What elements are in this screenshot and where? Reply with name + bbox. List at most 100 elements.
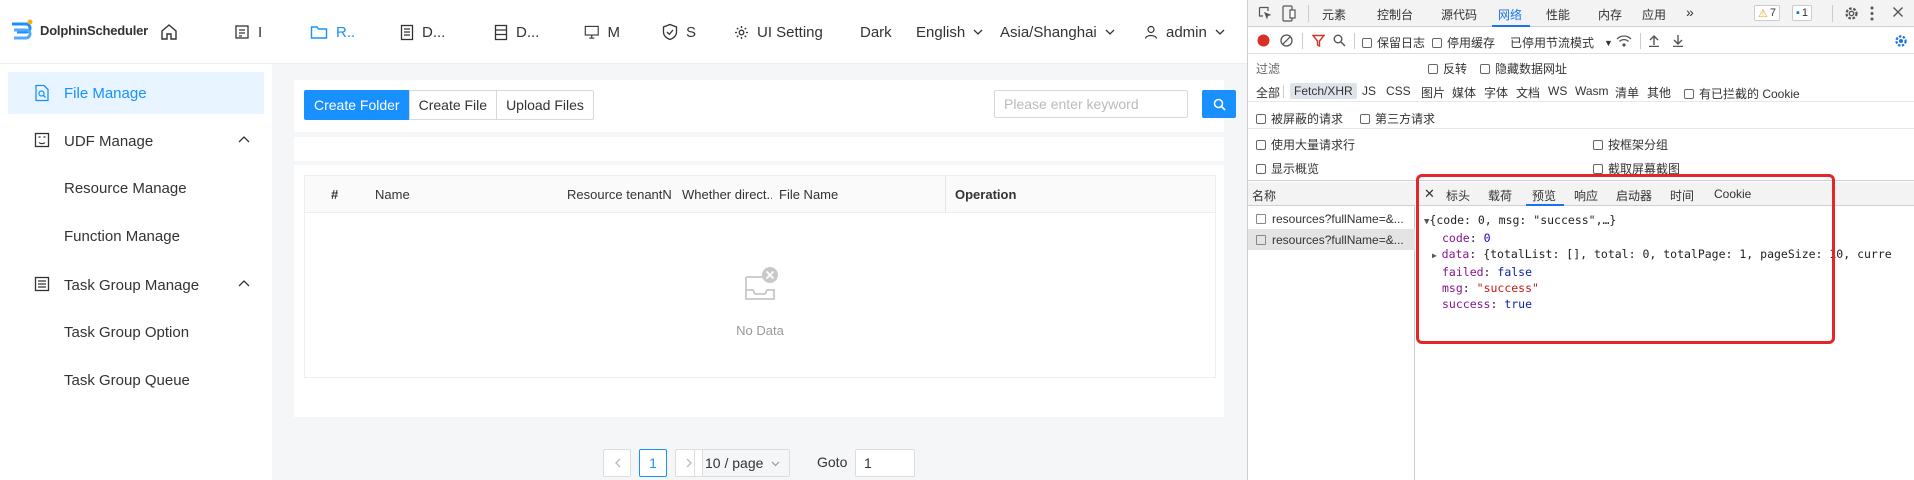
- active-detail-tab-indicator: [1526, 204, 1564, 206]
- goto-page-input[interactable]: [855, 449, 915, 477]
- project-icon: [235, 25, 249, 39]
- messages-badge[interactable]: ▪ 1: [1792, 5, 1813, 21]
- tab-console[interactable]: 控制台: [1377, 6, 1413, 23]
- nav-project[interactable]: I: [234, 20, 274, 44]
- tab-performance[interactable]: 性能: [1546, 6, 1570, 23]
- search-icon: [1213, 98, 1226, 111]
- column-header-name[interactable]: 名称: [1248, 182, 1415, 206]
- json-root[interactable]: ▼{code: 0, msg: "success",…}: [1424, 212, 1892, 230]
- sidebar-item-task-group-queue[interactable]: Task Group Queue: [64, 372, 190, 389]
- tab-headers[interactable]: 标头: [1446, 187, 1470, 204]
- tab-initiator[interactable]: 启动器: [1616, 187, 1652, 204]
- sidebar-item-udf-manage[interactable]: UDF Manage: [8, 120, 264, 162]
- chevron-down-icon: [1105, 29, 1115, 35]
- page-size-select[interactable]: 10 / page: [694, 449, 790, 477]
- filter-input[interactable]: 过滤: [1256, 60, 1280, 77]
- type-filter-other[interactable]: 其他: [1647, 84, 1671, 101]
- tab-memory[interactable]: 内存: [1598, 6, 1622, 23]
- tab-application[interactable]: 应用: [1642, 6, 1666, 23]
- type-filter-img[interactable]: 图片: [1421, 84, 1445, 101]
- tab-preview[interactable]: 预览: [1532, 187, 1556, 204]
- close-icon[interactable]: [1892, 6, 1904, 18]
- type-filter-js[interactable]: JS: [1362, 84, 1376, 98]
- json-field-failed: failed: false: [1442, 265, 1533, 279]
- blocked-requests-checkbox[interactable]: 被屏蔽的请求: [1256, 110, 1343, 127]
- capture-screenshots-checkbox[interactable]: 截取屏幕截图: [1593, 160, 1680, 177]
- clear-icon[interactable]: [1280, 34, 1293, 47]
- nav-monitor[interactable]: M: [584, 20, 620, 44]
- filter-icon[interactable]: [1312, 34, 1325, 47]
- language-select[interactable]: English: [916, 20, 983, 44]
- wifi-settings-icon[interactable]: [1616, 34, 1632, 48]
- monitor-icon: [584, 25, 599, 39]
- warnings-badge[interactable]: ⚠ 7: [1754, 5, 1780, 21]
- tab-payload[interactable]: 载荷: [1488, 187, 1512, 204]
- show-overview-checkbox[interactable]: 显示概览: [1256, 160, 1319, 177]
- nav-datasource[interactable]: D...: [400, 20, 460, 44]
- type-filter-all[interactable]: 全部: [1256, 84, 1280, 101]
- chevron-up-icon: [238, 280, 250, 287]
- active-tab-indicator: [1492, 25, 1530, 27]
- tab-elements[interactable]: 元素: [1322, 6, 1346, 23]
- tab-response[interactable]: 响应: [1574, 187, 1598, 204]
- request-row[interactable]: resources?fullName=&...: [1248, 208, 1415, 229]
- sidebar-item-file-manage[interactable]: File Manage: [8, 72, 264, 114]
- nav-ui-setting[interactable]: UI Setting: [734, 20, 823, 44]
- search-button[interactable]: [1202, 90, 1236, 118]
- invert-checkbox[interactable]: 反转: [1428, 60, 1467, 77]
- tab-sources[interactable]: 源代码: [1441, 6, 1477, 23]
- export-har-icon[interactable]: [1672, 34, 1684, 47]
- type-filter-css[interactable]: CSS: [1386, 84, 1411, 98]
- gear-icon[interactable]: [1894, 34, 1908, 48]
- theme-toggle[interactable]: Dark: [860, 20, 892, 44]
- create-folder-button[interactable]: Create Folder: [304, 90, 410, 120]
- type-filter-wasm[interactable]: Wasm: [1575, 84, 1609, 98]
- search-icon[interactable]: [1333, 34, 1346, 47]
- page-1-button[interactable]: 1: [639, 449, 667, 477]
- sidebar-item-task-group-manage[interactable]: Task Group Manage: [8, 264, 264, 306]
- record-icon[interactable]: [1257, 34, 1270, 47]
- device-toolbar-icon[interactable]: [1282, 5, 1296, 22]
- more-tabs-button[interactable]: »: [1686, 4, 1694, 20]
- user-icon: [1144, 25, 1158, 39]
- kebab-menu-icon[interactable]: [1870, 6, 1874, 21]
- tab-cookies[interactable]: Cookie: [1714, 187, 1751, 201]
- type-filter-fetch-xhr[interactable]: Fetch/XHR: [1290, 83, 1357, 99]
- type-filter-ws[interactable]: WS: [1548, 84, 1567, 98]
- request-row-selected[interactable]: resources?fullName=&...: [1248, 229, 1415, 250]
- nav-data-quality[interactable]: D...: [494, 20, 554, 44]
- type-filter-media[interactable]: 媒体: [1452, 84, 1476, 101]
- logo[interactable]: DolphinScheduler: [10, 18, 148, 42]
- import-har-icon[interactable]: [1648, 34, 1660, 47]
- sidebar-item-task-group-option[interactable]: Task Group Option: [64, 324, 189, 341]
- nav-resource[interactable]: R..: [310, 20, 366, 44]
- blocked-cookies-checkbox[interactable]: 有已拦截的 Cookie: [1684, 85, 1800, 102]
- prev-page-button[interactable]: [603, 449, 631, 477]
- tab-timing[interactable]: 时间: [1670, 187, 1694, 204]
- create-file-button[interactable]: Create File: [408, 90, 498, 120]
- datasource-icon: [400, 24, 414, 40]
- upload-files-button[interactable]: Upload Files: [496, 90, 594, 120]
- json-field-data[interactable]: ▶ data: {totalList: [], total: 0, totalP…: [1424, 246, 1892, 264]
- nav-security[interactable]: S: [662, 20, 702, 44]
- group-by-frame-checkbox[interactable]: 按框架分组: [1593, 136, 1668, 153]
- user-menu[interactable]: admin: [1144, 20, 1225, 44]
- timezone-select[interactable]: Asia/Shanghai: [1000, 20, 1115, 44]
- third-party-checkbox[interactable]: 第三方请求: [1360, 110, 1435, 127]
- search-input[interactable]: [994, 90, 1188, 118]
- gear-icon[interactable]: [1844, 6, 1859, 21]
- preserve-log-checkbox[interactable]: 保留日志: [1362, 34, 1425, 51]
- large-rows-checkbox[interactable]: 使用大量请求行: [1256, 136, 1355, 153]
- close-detail-button[interactable]: ✕: [1424, 186, 1435, 202]
- throttle-select[interactable]: 已停用节流模式 ▼: [1510, 34, 1613, 51]
- inspect-element-icon[interactable]: [1258, 6, 1273, 21]
- type-filter-manifest[interactable]: 清单: [1615, 84, 1639, 101]
- sidebar-item-function-manage[interactable]: Function Manage: [64, 228, 180, 245]
- disable-cache-checkbox[interactable]: 停用缓存: [1432, 34, 1495, 51]
- type-filter-doc[interactable]: 文档: [1516, 84, 1540, 101]
- nav-home[interactable]: [160, 20, 178, 44]
- sidebar-item-resource-manage[interactable]: Resource Manage: [64, 180, 187, 197]
- type-filter-font[interactable]: 字体: [1484, 84, 1508, 101]
- tab-network[interactable]: 网络: [1498, 6, 1522, 23]
- hide-data-urls-checkbox[interactable]: 隐藏数据网址: [1480, 60, 1567, 77]
